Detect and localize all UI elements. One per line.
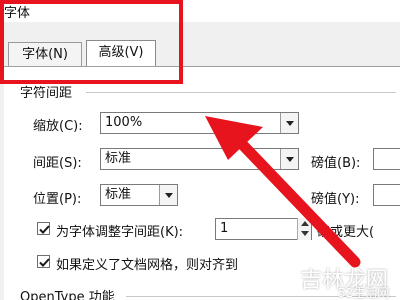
annotation-arrow [205, 116, 361, 268]
watermark-subtext: 52生活网 [338, 286, 390, 300]
